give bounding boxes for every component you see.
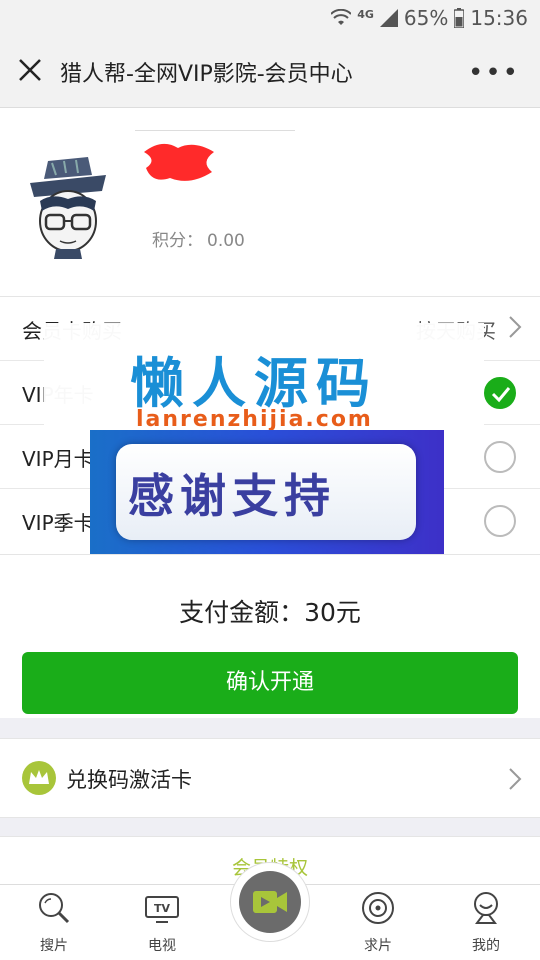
watermark-banner-inner: 感谢支持 xyxy=(116,444,416,540)
avatar[interactable] xyxy=(22,153,114,263)
search-icon xyxy=(39,893,70,924)
center-button-circle xyxy=(239,871,301,933)
tab-tv[interactable]: TV 电视 xyxy=(122,891,202,955)
page-title: 猎人帮-全网VIP影院-会员中心 xyxy=(60,62,353,87)
tab-mine[interactable]: 我的 xyxy=(446,891,526,955)
divider xyxy=(135,130,295,131)
points-label: 积分： xyxy=(152,231,203,251)
watermark-banner-text: 感谢支持 xyxy=(128,469,336,523)
nav-bar: 猎人帮-全网VIP影院-会员中心 ••• xyxy=(0,36,540,108)
tab-label: 我的 xyxy=(472,938,500,954)
watermark-overlay: 懒人源码 lanrenzhijia.com 感谢支持 xyxy=(44,323,484,556)
tab-request[interactable]: 求片 xyxy=(338,891,418,955)
svg-text:TV: TV xyxy=(154,902,171,915)
chevron-right-icon xyxy=(509,316,522,338)
points-display: 积分： 0.00 xyxy=(152,226,245,251)
tab-label: 求片 xyxy=(364,938,392,954)
battery-percent: 65% xyxy=(403,6,449,30)
watermark-url: lanrenzhijia.com xyxy=(136,407,373,432)
nickname-redacted xyxy=(144,143,214,181)
tab-label: 电视 xyxy=(148,938,176,954)
more-menu-button[interactable]: ••• xyxy=(468,58,520,88)
watermark-header: 懒人源码 lanrenzhijia.com xyxy=(44,323,484,433)
tab-label: 搜片 xyxy=(40,938,68,954)
radio-unchecked[interactable] xyxy=(484,441,516,473)
checkmark-icon xyxy=(491,387,511,403)
redeem-code-row[interactable]: 兑换码激活卡 xyxy=(0,738,540,818)
network-type: 4G xyxy=(357,7,374,21)
battery-icon xyxy=(454,8,465,28)
close-icon[interactable] xyxy=(14,54,46,86)
request-icon xyxy=(362,892,394,924)
signal-icon xyxy=(379,9,398,27)
payment-amount: 支付金额：30元 xyxy=(179,598,361,627)
radio-checked[interactable] xyxy=(484,377,516,409)
clock: 15:36 xyxy=(470,6,528,30)
payment-section: 支付金额：30元 确认开通 xyxy=(0,554,540,718)
radio-unchecked[interactable] xyxy=(484,505,516,537)
redeem-label: 兑换码激活卡 xyxy=(66,768,192,792)
watermark-banner: 感谢支持 xyxy=(90,430,444,556)
center-video-button[interactable] xyxy=(230,862,310,942)
confirm-activate-button[interactable]: 确认开通 xyxy=(22,652,518,714)
wifi-icon xyxy=(331,9,352,25)
status-bar: 4G 65% 15:36 xyxy=(0,0,540,36)
profile-card: 积分： 0.00 xyxy=(0,108,540,296)
video-camera-icon xyxy=(253,891,287,913)
tv-icon: TV xyxy=(145,896,179,923)
chevron-right-icon xyxy=(509,768,522,790)
points-value: 0.00 xyxy=(207,231,245,251)
crown-icon xyxy=(22,761,56,795)
profile-icon xyxy=(474,892,498,924)
tab-search[interactable]: 搜片 xyxy=(14,891,94,955)
